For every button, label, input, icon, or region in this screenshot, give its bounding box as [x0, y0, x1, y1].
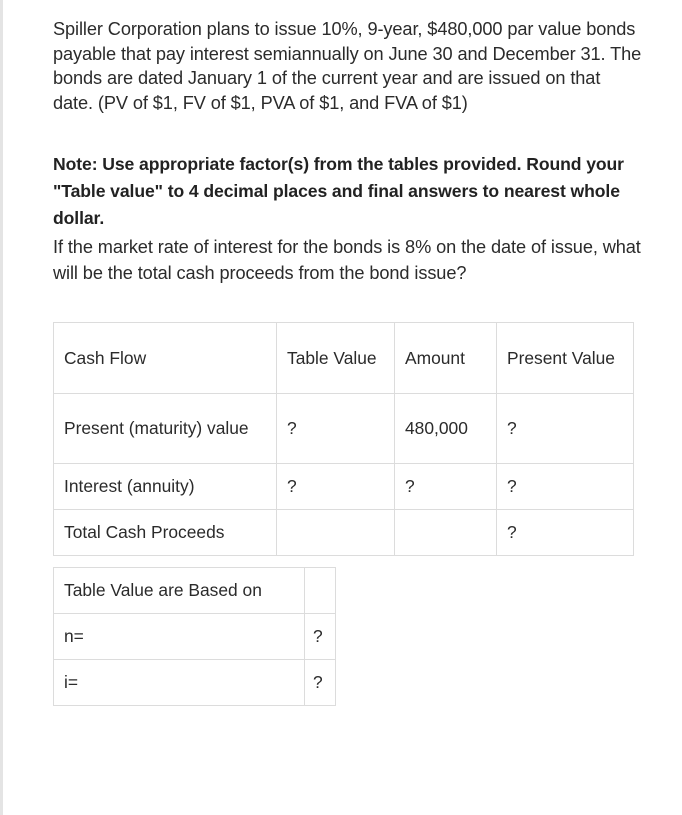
table-row: Total Cash Proceeds ? — [53, 509, 634, 556]
table-row: Interest (annuity) ? ? ? — [53, 463, 634, 510]
header-amount: Amount — [394, 322, 497, 394]
periods-input[interactable]: ? — [304, 613, 336, 660]
cash-flow-table: Cash Flow Table Value Amount Present Val… — [53, 322, 634, 556]
basis-row: i= ? — [53, 659, 336, 706]
rate-label: i= — [53, 659, 305, 706]
table-header-row: Cash Flow Table Value Amount Present Val… — [53, 322, 634, 394]
cash-flow-label: Total Cash Proceeds — [53, 509, 277, 556]
cash-flow-label: Interest (annuity) — [53, 463, 277, 510]
basis-header-row: Table Value are Based on — [53, 567, 336, 614]
header-present-value: Present Value — [496, 322, 634, 394]
basis-header-label: Table Value are Based on — [53, 567, 305, 614]
amount-input[interactable]: ? — [394, 463, 497, 510]
table-value-cell — [276, 509, 395, 556]
rate-input[interactable]: ? — [304, 659, 336, 706]
basis-header-value — [304, 567, 336, 614]
problem-question: If the market rate of interest for the b… — [53, 237, 641, 283]
header-cash-flow: Cash Flow — [53, 322, 277, 394]
total-proceeds-input[interactable]: ? — [496, 509, 634, 556]
header-table-value: Table Value — [276, 322, 395, 394]
table-value-basis-table: Table Value are Based on n= ? i= ? — [53, 567, 336, 706]
amount-cell — [394, 509, 497, 556]
left-border-strip — [0, 0, 3, 815]
present-value-input[interactable]: ? — [496, 393, 634, 464]
problem-intro: Spiller Corporation plans to issue 10%, … — [53, 19, 642, 113]
cash-flow-label: Present (maturity) value — [53, 393, 277, 464]
present-value-input[interactable]: ? — [496, 463, 634, 510]
periods-label: n= — [53, 613, 305, 660]
problem-note: Note: Use appropriate factor(s) from the… — [53, 154, 624, 228]
table-row: Present (maturity) value ? 480,000 ? — [53, 393, 634, 464]
basis-row: n= ? — [53, 613, 336, 660]
table-value-input[interactable]: ? — [276, 463, 395, 510]
amount-cell: 480,000 — [394, 393, 497, 464]
table-value-input[interactable]: ? — [276, 393, 395, 464]
